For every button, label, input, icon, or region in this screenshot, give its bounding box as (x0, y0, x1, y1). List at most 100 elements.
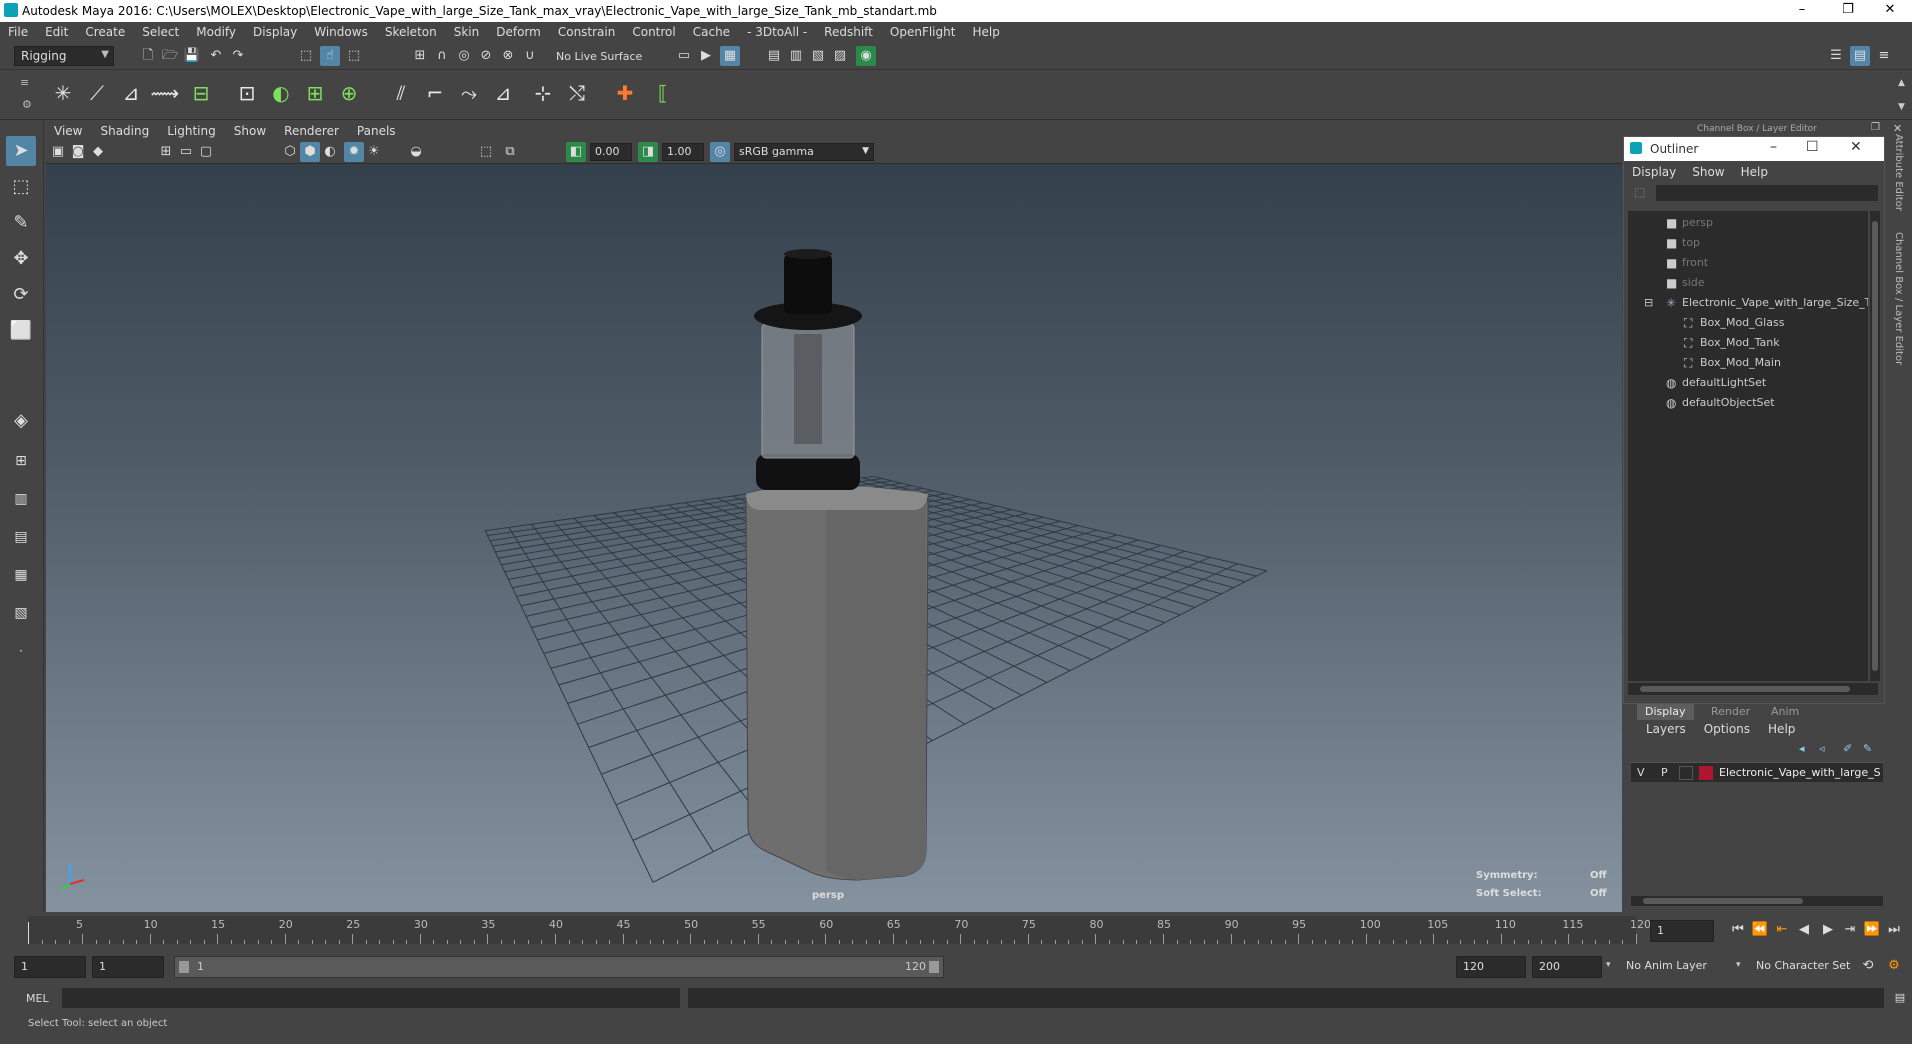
outliner-horizontal-scrollbar[interactable] (1628, 683, 1878, 695)
menu-3dtoall[interactable]: - 3DtoAll - (739, 25, 816, 39)
exposure-icon[interactable]: ◧ (566, 142, 586, 162)
insert-joint-icon[interactable]: ⟿ (150, 78, 180, 108)
range-handle-right[interactable] (929, 961, 939, 973)
gamma-field[interactable]: 1.00 (662, 143, 704, 161)
snap-view-icon[interactable]: ⊘ (476, 46, 496, 66)
new-scene-icon[interactable]: 🗋 (138, 46, 158, 66)
render-frame-icon[interactable]: ▶ (696, 46, 716, 66)
toolbox-expand-icon[interactable]: · (6, 636, 36, 666)
camera-attributes-icon[interactable]: ▣ (48, 142, 68, 162)
live-surface-label[interactable]: No Live Surface (556, 50, 642, 63)
layer-tab-render[interactable]: Render (1703, 704, 1758, 720)
command-input[interactable] (62, 988, 680, 1008)
menu-windows[interactable]: Windows (306, 25, 377, 39)
vray-icon[interactable]: ◉ (856, 46, 876, 66)
outliner-vertical-scrollbar[interactable] (1870, 211, 1880, 681)
menu-set-dropdown[interactable]: Rigging ▼ (14, 46, 114, 66)
layer-playback-toggle[interactable]: P (1661, 766, 1668, 779)
paint-select-tool-icon[interactable]: ✎ (6, 208, 36, 238)
color-space-dropdown[interactable]: sRGB gamma ▼ (734, 143, 874, 161)
film-gate-icon[interactable]: ▭ (176, 142, 196, 162)
layer-menu-layers[interactable]: Layers (1637, 722, 1695, 736)
camera-icon[interactable]: ◙ (68, 142, 88, 162)
ik-spline-icon[interactable]: ⊿ (116, 78, 146, 108)
render-view-icon[interactable]: ▧ (808, 46, 828, 66)
command-language-label[interactable]: MEL (26, 992, 49, 1005)
ik-handle-icon[interactable]: ⟋ (82, 78, 112, 108)
outliner-item-side[interactable]: ■ side (1628, 273, 1868, 293)
mirror-joint-icon[interactable]: ⊟ (186, 78, 216, 108)
outliner-item-default-object-set[interactable]: ◍ defaultObjectSet (1628, 393, 1868, 413)
point-constraint-icon[interactable]: ⊹ (528, 78, 558, 108)
paint-weights-icon[interactable]: ⊕ (334, 78, 364, 108)
range-slider[interactable]: 1 120 (174, 956, 944, 978)
character-set-dropdown[interactable]: No Character Set (1750, 956, 1874, 978)
layer-menu-help[interactable]: Help (1759, 722, 1804, 736)
undo-icon[interactable]: ↶ (206, 46, 226, 66)
layer-row[interactable]: V P Electronic_Vape_with_large_Size (1631, 762, 1883, 782)
layer-color-swatch[interactable] (1699, 766, 1713, 780)
outliner-item-front[interactable]: ■ front (1628, 253, 1868, 273)
outliner-menu-help[interactable]: Help (1733, 165, 1776, 179)
viewport-menu-panels[interactable]: Panels (349, 124, 406, 138)
outliner-maximize-button[interactable]: ☐ (1806, 139, 1819, 155)
anim-layer-chevron-down-icon[interactable]: ▾ (1606, 960, 1611, 970)
channel-box-tab[interactable]: Channel Box / Layer Editor (1893, 232, 1904, 365)
restore-button[interactable]: ❐ (1826, 0, 1870, 22)
layer-horizontal-scrollbar[interactable] (1631, 896, 1883, 906)
color-management-icon[interactable]: ◎ (710, 142, 730, 162)
layer-name[interactable]: Electronic_Vape_with_large_Size (1719, 766, 1881, 779)
persp-outliner-layout-icon[interactable]: ▥ (6, 484, 36, 514)
character-set-chevron-down-icon[interactable]: ▾ (1736, 960, 1741, 970)
float-panel-icon[interactable]: ❐ (1871, 122, 1880, 133)
snap-grid-icon[interactable]: ⊞ (410, 46, 430, 66)
viewport-menu-lighting[interactable]: Lighting (159, 124, 226, 138)
gamma-icon[interactable]: ◨ (638, 142, 658, 162)
menu-file[interactable]: File (0, 25, 37, 39)
smooth-bind-icon[interactable]: ⊞ (300, 78, 330, 108)
outliner-menu-show[interactable]: Show (1684, 165, 1732, 179)
outliner-item-box-mod-glass[interactable]: ⛶ Box_Mod_Glass (1628, 313, 1868, 333)
time-ruler[interactable]: 5 10 15 20 25 30 35 40 45 50 55 60 65 70 75 80 85 90 95 100… (28, 916, 1651, 944)
scrollbar-thumb[interactable] (1643, 898, 1803, 904)
rotate-tool-icon[interactable]: ⟳ (6, 280, 36, 310)
persp-graph-layout-icon[interactable]: ▤ (6, 522, 36, 552)
menu-display[interactable]: Display (245, 25, 306, 39)
go-to-start-icon[interactable]: ⏮ (1728, 920, 1748, 940)
attribute-editor-tab[interactable]: Attribute Editor (1893, 134, 1904, 211)
auto-keyframe-icon[interactable]: ⟲ (1858, 956, 1878, 976)
select-tool-icon[interactable]: ➤ (6, 136, 36, 166)
outliner-item-persp[interactable]: ■ persp (1628, 213, 1868, 233)
move-tool-icon[interactable]: ✥ (6, 244, 36, 274)
play-forwards-icon[interactable]: ▶ (1818, 920, 1838, 940)
menu-cache[interactable]: Cache (685, 25, 739, 39)
move-layer-up-icon[interactable]: ◂ (1799, 742, 1805, 755)
redo-icon[interactable]: ↷ (228, 46, 248, 66)
persp-hypershade-layout-icon[interactable]: ▦ (6, 560, 36, 590)
menu-edit[interactable]: Edit (37, 25, 77, 39)
layer-visibility-toggle[interactable]: V (1637, 766, 1645, 779)
viewport-menu-view[interactable]: View (46, 124, 92, 138)
shadows-icon[interactable]: ☀ (364, 142, 384, 162)
isolate-select-icon[interactable]: ⬚ (476, 142, 496, 162)
menu-modify[interactable]: Modify (188, 25, 245, 39)
collapse-icon[interactable]: ⊟ (1644, 293, 1653, 313)
script-editor-icon[interactable]: ▤ (1890, 988, 1910, 1008)
menu-deform[interactable]: Deform (488, 25, 550, 39)
menu-skeleton[interactable]: Skeleton (377, 25, 446, 39)
outliner-layout-icon[interactable]: ▧ (6, 598, 36, 628)
xray-icon[interactable]: ◒ (406, 142, 426, 162)
lasso-tool-icon[interactable]: ⬚ (6, 172, 36, 202)
animation-start-field[interactable]: 1 (14, 956, 86, 978)
playback-start-field[interactable]: 1 (92, 956, 164, 978)
outliner-close-button[interactable]: ✕ (1850, 139, 1862, 155)
snap-curve-icon[interactable]: ∩ (432, 46, 452, 66)
outliner-menu-display[interactable]: Display (1624, 165, 1684, 179)
outliner-item-box-mod-main[interactable]: ⛶ Box_Mod_Main (1628, 353, 1868, 373)
menu-redshift[interactable]: Redshift (816, 25, 882, 39)
outliner-item-top[interactable]: ■ top (1628, 233, 1868, 253)
aim-constraint-icon[interactable]: ⤭ (562, 78, 592, 108)
viewport-menu-show[interactable]: Show (226, 124, 276, 138)
single-perspective-layout-icon[interactable]: ◈ (6, 406, 36, 436)
lights-icon[interactable]: ✹ (344, 142, 364, 162)
